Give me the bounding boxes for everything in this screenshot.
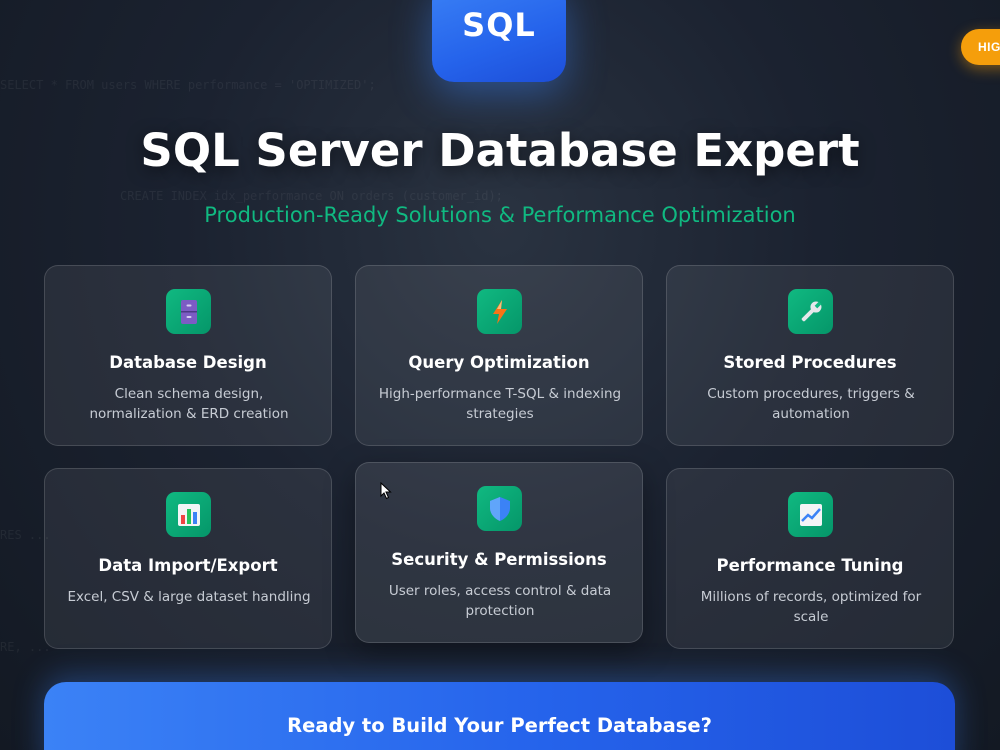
bar-chart-icon bbox=[166, 492, 211, 537]
background-code-line: RE, ... bbox=[0, 640, 51, 654]
service-card-title: Database Design bbox=[109, 353, 267, 372]
wrench-icon bbox=[788, 289, 833, 334]
service-card-title: Data Import/Export bbox=[98, 556, 278, 575]
service-card-title: Stored Procedures bbox=[723, 353, 897, 372]
service-card-description: Clean schema design, normalization & ERD… bbox=[89, 386, 289, 422]
background-code-line: SELECT * FROM users WHERE performance = … bbox=[0, 78, 376, 92]
highlight-badge: HIGHLY bbox=[961, 29, 1000, 65]
service-card-description: Custom procedures, triggers & automation bbox=[707, 386, 915, 422]
service-card-title: Performance Tuning bbox=[716, 556, 904, 575]
service-card-query-optimization[interactable]: Query Optimization High-performance T-SQ… bbox=[355, 265, 643, 446]
file-cabinet-icon bbox=[166, 289, 211, 334]
service-card-description: Excel, CSV & large dataset handling bbox=[67, 589, 311, 605]
cta-title: Ready to Build Your Perfect Database? bbox=[287, 714, 712, 737]
service-card-description: Millions of records, optimized for scale bbox=[700, 589, 922, 625]
logo-text: SQL bbox=[462, 6, 536, 44]
sql-logo: SQL bbox=[432, 0, 566, 82]
service-card-description: User roles, access control & data protec… bbox=[388, 583, 612, 619]
page-subtitle: Production-Ready Solutions & Performance… bbox=[204, 203, 796, 227]
page-title: SQL Server Database Expert bbox=[140, 124, 860, 177]
service-card-title: Query Optimization bbox=[408, 353, 590, 372]
service-card-data-import-export[interactable]: Data Import/Export Excel, CSV & large da… bbox=[44, 468, 332, 649]
service-card-database-design[interactable]: Database Design Clean schema design, nor… bbox=[44, 265, 332, 446]
cta-panel[interactable]: Ready to Build Your Perfect Database? bbox=[44, 682, 955, 750]
mouse-cursor-icon bbox=[380, 481, 392, 504]
service-card-description: High-performance T-SQL & indexing strate… bbox=[378, 386, 622, 422]
background-code-line: CREATE INDEX idx_performance ON orders (… bbox=[120, 189, 503, 203]
background-code-line: RES ... bbox=[0, 528, 51, 542]
trending-chart-icon bbox=[788, 492, 833, 537]
service-card-title: Security & Permissions bbox=[391, 550, 607, 569]
service-card-security-permissions[interactable]: Security & Permissions User roles, acces… bbox=[355, 462, 643, 643]
service-card-stored-procedures[interactable]: Stored Procedures Custom procedures, tri… bbox=[666, 265, 954, 446]
shield-icon bbox=[477, 486, 522, 531]
lightning-icon bbox=[477, 289, 522, 334]
service-card-performance-tuning[interactable]: Performance Tuning Millions of records, … bbox=[666, 468, 954, 649]
